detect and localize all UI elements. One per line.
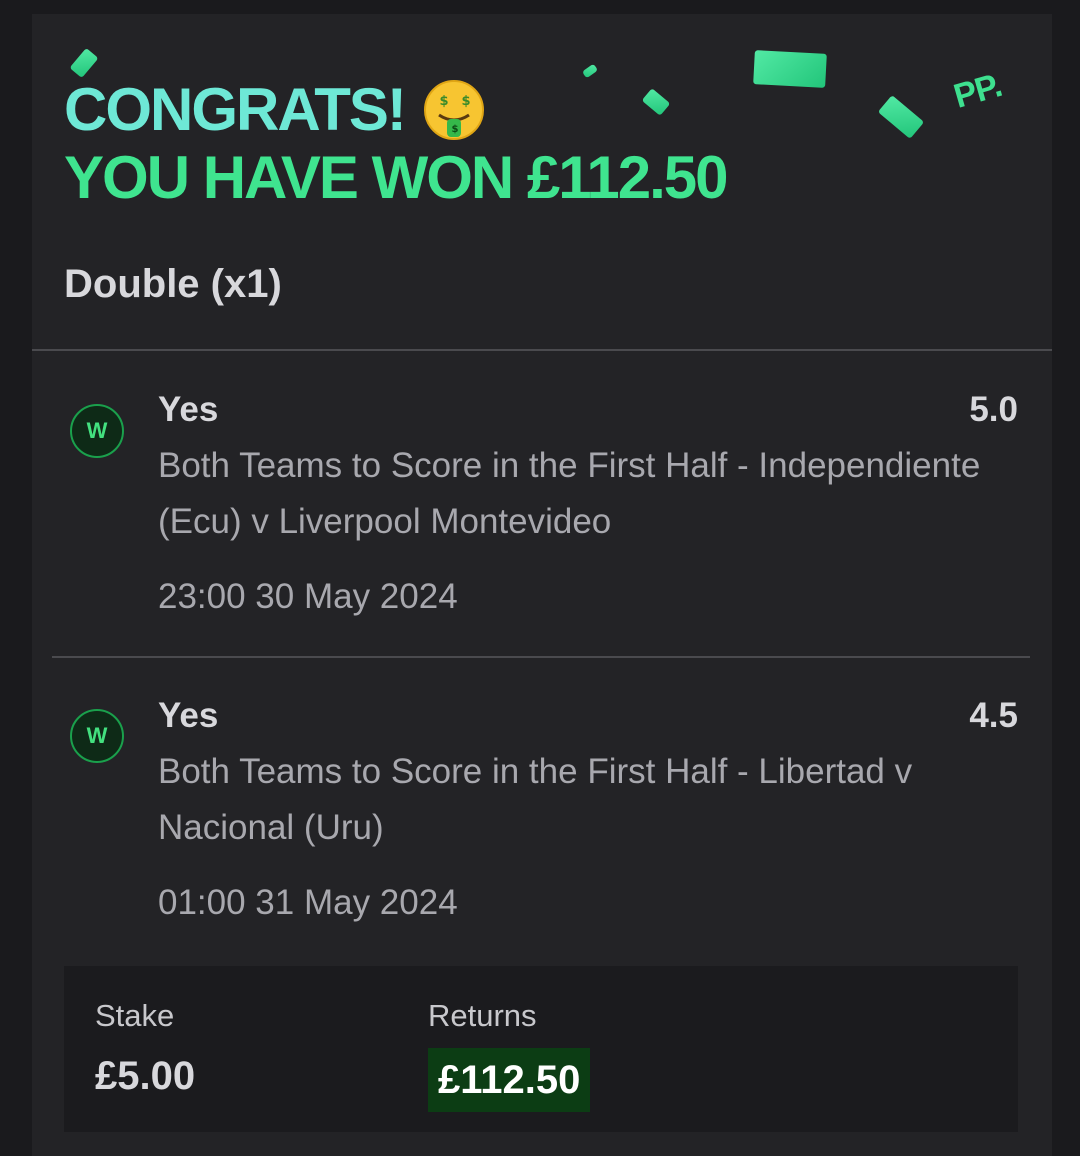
header-divider [32,349,1052,351]
stake-label: Stake [95,998,175,1033]
selection-name: Yes [158,390,219,429]
returns-label: Returns [428,998,537,1033]
win-headline: CONGRATS! $ $ $ YOU HAVE WON £112.50 [64,76,728,212]
money-note-icon [877,95,925,139]
selection-time: 01:00 31 May 2024 [158,883,458,922]
congrats-line: CONGRATS! $ $ $ [64,76,726,144]
money-mouth-face-icon: $ $ $ [423,79,485,141]
bet-summary: Stake £5.00 Returns £112.50 [64,966,1018,1132]
selection-market: Both Teams to Score in the First Half - … [158,752,913,847]
win-amount-line: YOU HAVE WON £112.50 [64,144,728,211]
congrats-text: CONGRATS! [64,76,407,143]
selection-name: Yes [158,696,219,735]
bet-type-label: Double (x1) [64,262,282,306]
selection-divider [52,656,1030,658]
stake-value: £5.00 [95,1054,196,1098]
money-note-icon [69,47,99,79]
money-note-icon [753,50,827,88]
bet-result-card: PP. CONGRATS! $ $ $ YOU HAVE WON £112.50… [32,14,1052,1156]
selection-odds: 5.0 [969,390,1018,429]
selection-time: 23:00 30 May 2024 [158,577,458,616]
returns-value: £112.50 [428,1048,591,1112]
win-status-badge: W [70,709,124,763]
brand-logo: PP. [949,66,1006,116]
win-status-badge: W [70,404,124,458]
selection-market: Both Teams to Score in the First Half - … [158,446,981,541]
selection-odds: 4.5 [969,696,1018,735]
